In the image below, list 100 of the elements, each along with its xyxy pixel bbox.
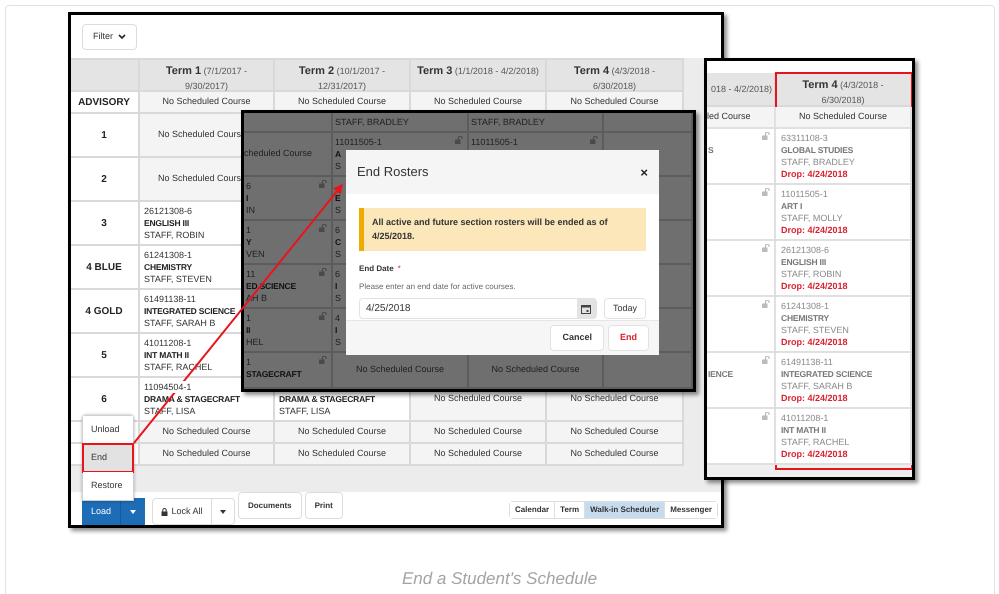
- load-menu-button[interactable]: [120, 498, 145, 525]
- teacher-name: VEN: [246, 248, 265, 260]
- period-label: 6: [101, 392, 107, 406]
- required-mark: *: [398, 263, 401, 275]
- section-number: 11: [246, 268, 256, 280]
- dialog-title: End Rosters: [357, 163, 429, 182]
- lock-all-button[interactable]: Lock All: [152, 498, 212, 525]
- teacher-name: STAFF, BRADLEY: [335, 116, 409, 128]
- teacher-name: S: [335, 292, 342, 304]
- drop-date: Drop: 4/24/2018: [781, 224, 848, 236]
- toolbar-button[interactable]: Print: [304, 492, 343, 519]
- period-label: 4 GOLD: [85, 304, 123, 318]
- drop-date: Drop: 4/24/2018: [781, 392, 848, 404]
- no-course-text: No Scheduled Course: [434, 425, 522, 438]
- calendar-button[interactable]: [576, 299, 596, 318]
- teacher-name: STAFF, RACHEL: [781, 436, 850, 448]
- section-number: 26121308-6: [144, 205, 192, 217]
- no-course-text: No Scheduled Course: [298, 447, 386, 460]
- no-course-text: No Scheduled Course: [798, 110, 888, 124]
- teacher-name: HEL: [246, 336, 264, 348]
- course-name: ED SCIENCE: [246, 280, 296, 292]
- course-name: Y: [246, 236, 252, 248]
- course-name: CHEMISTRY: [144, 261, 192, 273]
- course-name: E: [335, 192, 340, 204]
- toolbar-button[interactable]: Documents: [238, 492, 302, 519]
- teacher-name: STAFF, BRADLEY: [471, 116, 545, 128]
- course-name: INTEGRATED SCIENCE: [781, 368, 872, 380]
- section-number: 11011505-1: [781, 188, 828, 200]
- caret-icon: [130, 510, 136, 514]
- date-input[interactable]: 4/25/2018: [359, 298, 597, 319]
- course-name: II: [246, 324, 250, 336]
- lock-icon: [161, 508, 168, 516]
- period-label: 4 BLUE: [86, 260, 122, 274]
- section-number: 61241308-1: [781, 300, 830, 312]
- no-course-text: No Scheduled Course: [570, 95, 659, 108]
- no-course-text: No Scheduled Cours: [158, 172, 242, 186]
- close-button[interactable]: ×: [640, 166, 648, 178]
- no-course-text: No Scheduled Course: [491, 363, 580, 376]
- no-course-text: No Scheduled Course: [162, 447, 251, 460]
- no-course-text: No Scheduled Course: [298, 95, 386, 108]
- period-label: 3: [101, 216, 107, 230]
- no-course-text: No Scheduled Course: [434, 447, 522, 460]
- teacher-name: STAFF, LISA: [279, 405, 330, 417]
- chevron-down-icon: [118, 34, 126, 40]
- course-name: INT MATH II: [144, 349, 189, 361]
- course-name: I: [335, 324, 338, 336]
- no-course-text: cheduled Course: [244, 147, 312, 160]
- teacher-name: S: [335, 248, 342, 260]
- teacher-name: S: [335, 160, 342, 172]
- teacher-name: STAFF, BRADLEY: [781, 156, 855, 168]
- section-number: 11094504-1: [144, 381, 192, 393]
- today-button[interactable]: Today: [604, 298, 646, 319]
- column-header: 018 - 4/2/2018): [707, 73, 776, 107]
- drop-date: Drop: 4/24/2018: [781, 336, 848, 348]
- course-name: C: [335, 236, 341, 248]
- teacher-name: STAFF, STEVEN: [144, 273, 212, 285]
- teacher-name: STAFF, ROBIN: [781, 268, 842, 280]
- no-course-text: No Scheduled Course: [356, 363, 444, 376]
- teacher-name: STAFF, STEVEN: [781, 324, 849, 336]
- dialog-button[interactable]: Cancel: [550, 325, 604, 351]
- section-number: 4: [335, 312, 340, 324]
- field-hint: Please enter an end date for active courses.: [359, 281, 517, 293]
- section-number: 61241308-1: [144, 249, 192, 261]
- no-course-text: No Scheduled Course: [434, 95, 522, 108]
- no-course-text: No Scheduled Course: [162, 95, 251, 108]
- section-number: 61491138-11: [781, 356, 833, 368]
- filter-button[interactable]: Filter: [82, 24, 137, 50]
- section-number: 6: [246, 180, 252, 192]
- no-course-text: No Scheduled Course: [570, 447, 659, 460]
- course-name: CHEMISTRY: [781, 312, 829, 324]
- section-number: 6: [335, 224, 340, 236]
- course-name: INTEGRATED SCIENCE: [144, 305, 236, 317]
- course-name: I: [246, 192, 248, 204]
- view-tab[interactable]: Calendar: [510, 502, 556, 518]
- section-number: 11011505-1: [471, 136, 518, 148]
- menu-item[interactable]: End: [83, 444, 133, 472]
- course-name: ENGLISH III: [781, 256, 826, 268]
- course-name: A: [335, 148, 341, 160]
- calendar-icon: [581, 304, 592, 314]
- view-tab[interactable]: Walk-in Scheduler: [585, 502, 666, 518]
- menu-item[interactable]: Unload: [83, 416, 133, 444]
- teacher-name: S: [335, 204, 342, 216]
- teacher-name: STAFF, MOLLY: [781, 212, 843, 224]
- course-name: I: [335, 280, 338, 292]
- menu-item[interactable]: Restore: [83, 472, 133, 500]
- period-label: 2: [101, 172, 107, 186]
- dialog-button[interactable]: End: [608, 325, 649, 351]
- section-number: 1: [246, 312, 252, 324]
- course-name: ART I: [781, 200, 802, 212]
- teacher-name: STAFF, SARAH B: [144, 317, 216, 329]
- no-course-text: No Scheduled Course: [434, 392, 522, 406]
- course-name: IENCE: [708, 368, 733, 380]
- course-name: GLOBAL STUDIES: [781, 144, 854, 156]
- period-label: ADVISORY: [78, 96, 130, 110]
- section-number: 41011208-1: [781, 412, 828, 424]
- drop-date: Drop: 4/24/2018: [781, 168, 848, 180]
- column-header: Term 1 (7/1/2017 - 9/30/2017): [140, 60, 275, 92]
- period-label: 1: [101, 128, 107, 142]
- no-course-text: No Scheduled Course: [570, 392, 659, 406]
- teacher-name: STAFF, SARAH B: [781, 380, 852, 392]
